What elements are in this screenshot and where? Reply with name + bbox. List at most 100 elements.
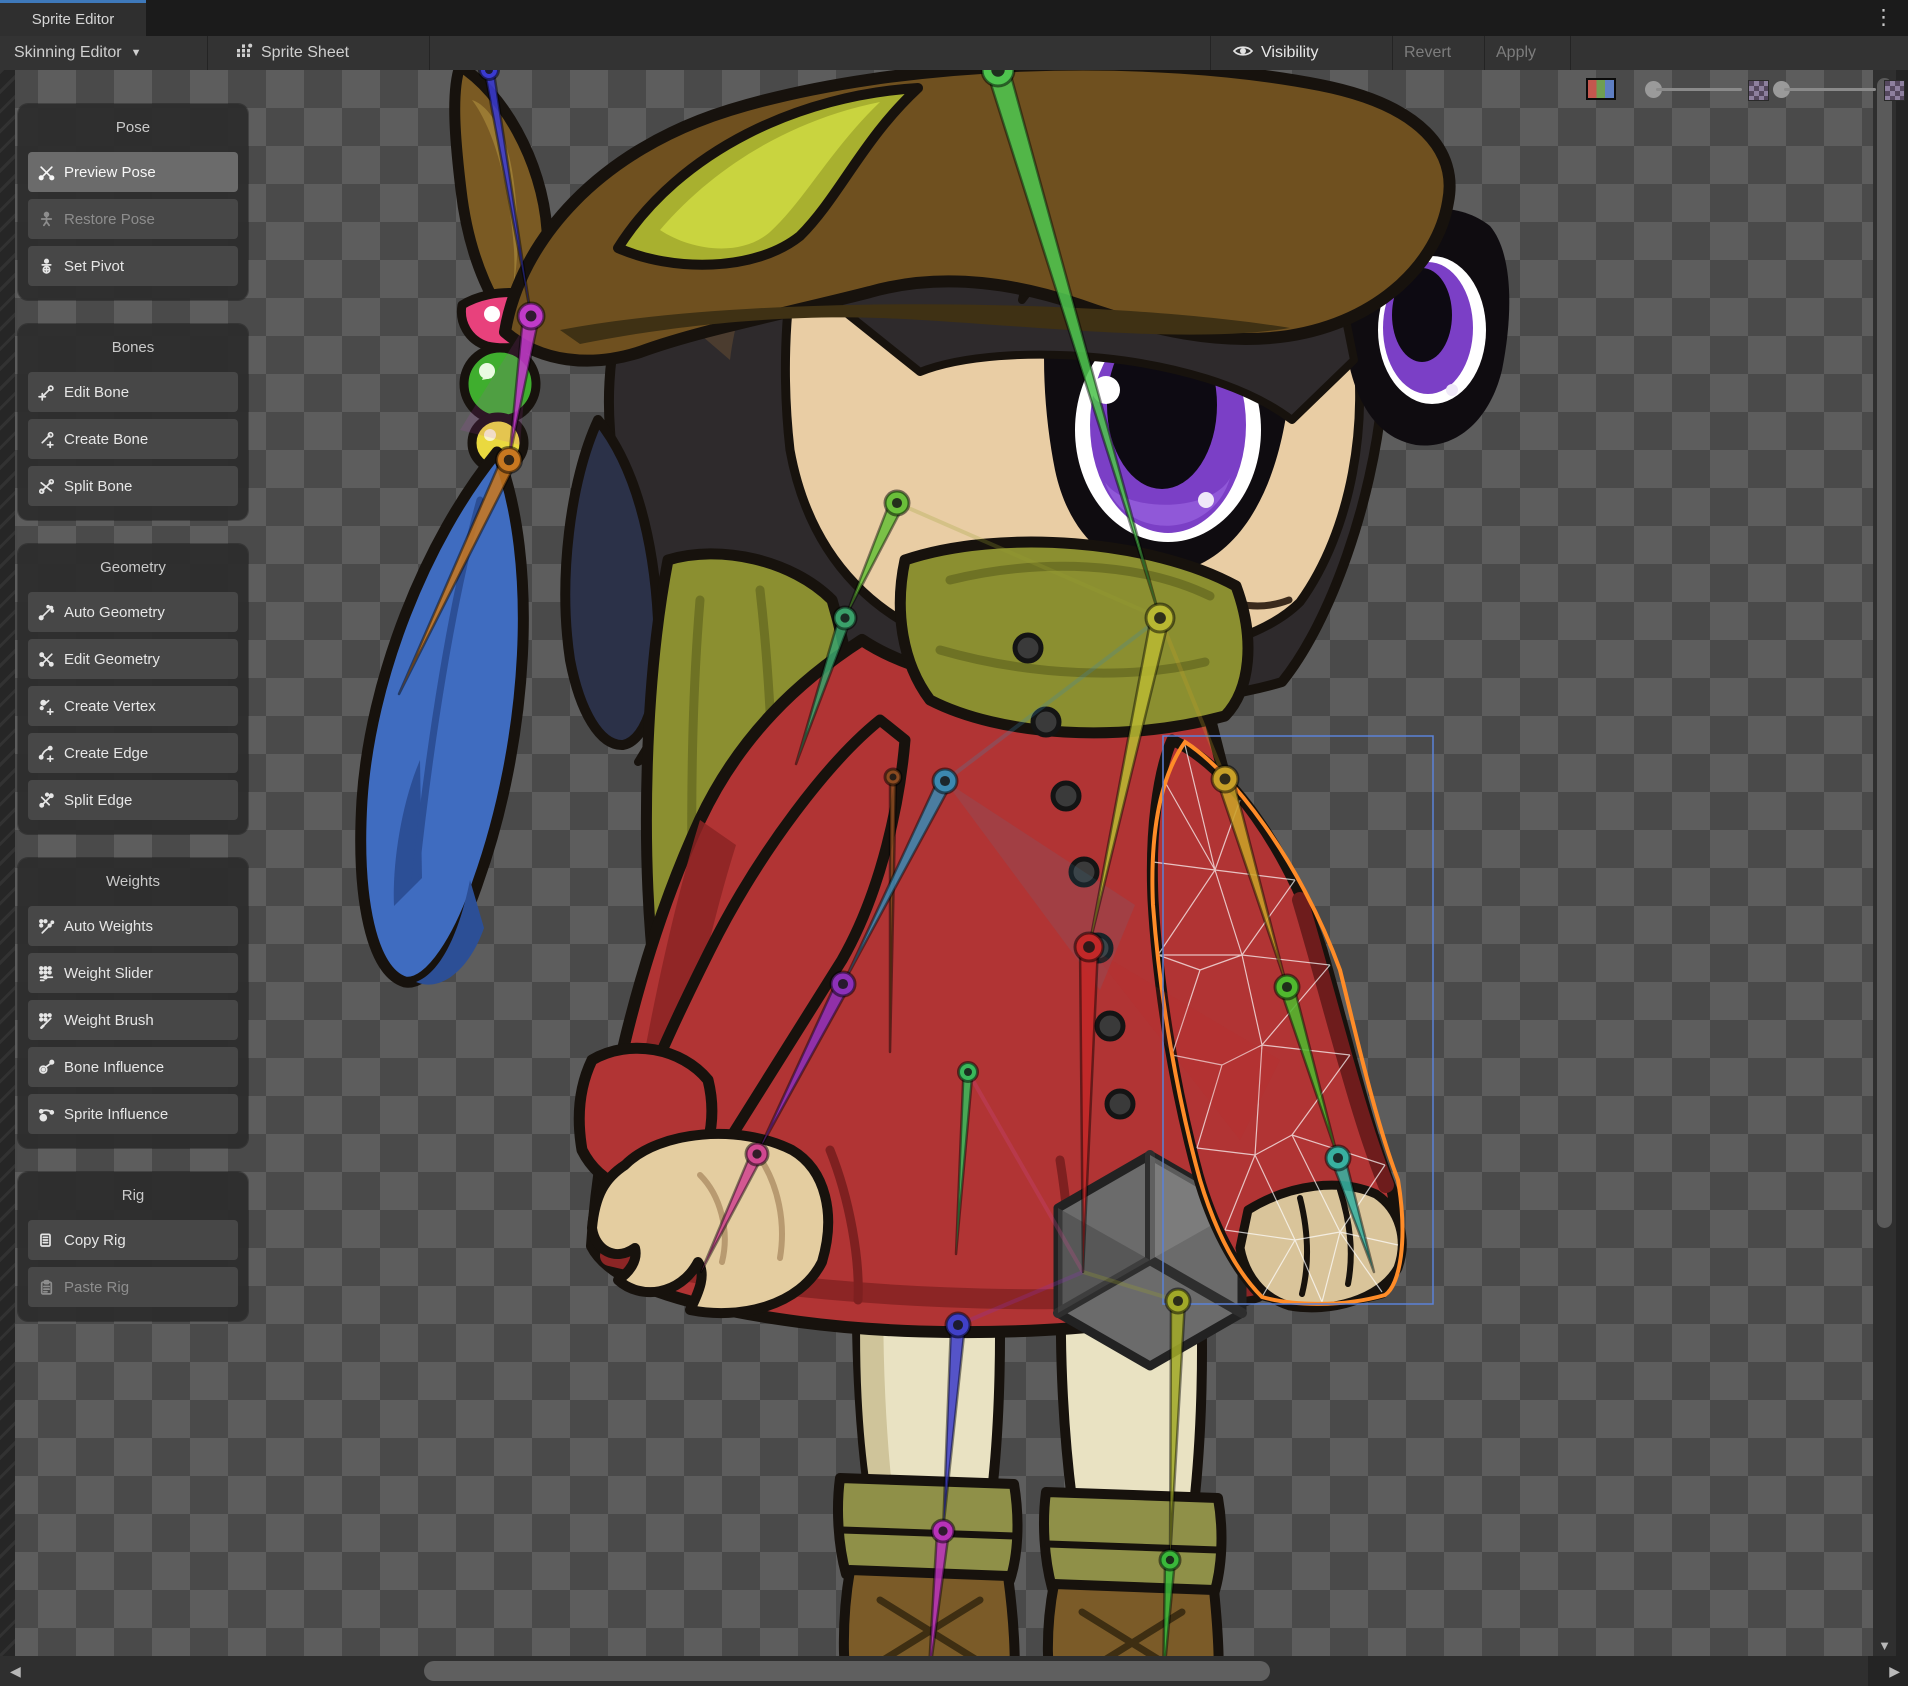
weight-slider-icon — [38, 965, 55, 982]
auto-geometry-icon — [38, 604, 55, 621]
vertical-scrollbar-thumb[interactable] — [1877, 78, 1892, 1228]
tool-button-label: Split Edge — [64, 792, 132, 809]
tab-bar: Sprite Editor ⋮ — [0, 0, 1908, 36]
toolbar-divider — [1484, 36, 1485, 70]
preview-pose-button[interactable]: Preview Pose — [28, 152, 238, 192]
edit-bone-icon — [38, 384, 55, 401]
edit-geometry-button[interactable]: Edit Geometry — [28, 639, 238, 679]
tool-button-label: Auto Weights — [64, 918, 153, 935]
copy-rig-button[interactable]: Copy Rig — [28, 1220, 238, 1260]
toolbar: Skinning Editor ▼ Sprite Sheet Visibilit… — [0, 36, 1908, 70]
panel-geometry: GeometryAuto GeometryEdit GeometryCreate… — [18, 544, 248, 834]
tab-sprite-editor[interactable]: Sprite Editor — [0, 0, 146, 36]
panel-bones: BonesEdit BoneCreate BoneSplit Bone — [18, 324, 248, 520]
toolbar-divider — [1210, 36, 1211, 70]
panel-title-weights: Weights — [28, 872, 238, 896]
apply-button[interactable]: Apply — [1496, 36, 1536, 70]
horizontal-scrollbar[interactable]: ◀ — [0, 1656, 1868, 1686]
overflow-menu-icon[interactable]: ⋮ — [1873, 4, 1894, 32]
scroll-right-icon[interactable]: ▶ — [1889, 1656, 1900, 1686]
skinning-editor-label: Skinning Editor — [14, 44, 122, 62]
tool-button-label: Sprite Influence — [64, 1106, 168, 1123]
color-swatch[interactable] — [1586, 78, 1616, 100]
create-bone-icon — [38, 431, 55, 448]
create-edge-icon — [38, 745, 55, 762]
tool-button-label: Bone Influence — [64, 1059, 164, 1076]
scroll-left-icon[interactable]: ◀ — [10, 1656, 21, 1686]
sprite-sheet-button[interactable]: Sprite Sheet — [236, 36, 349, 70]
tool-button-label: Copy Rig — [64, 1232, 126, 1249]
panel-rig: Rig Copy Rig Paste Rig — [18, 1172, 248, 1321]
restore-pose-button[interactable]: Restore Pose — [28, 199, 238, 239]
sprite-canvas-overlay — [0, 0, 1908, 1686]
tool-button-label: Paste Rig — [64, 1279, 129, 1296]
revert-label: Revert — [1404, 44, 1451, 62]
edit-geometry-icon — [38, 651, 55, 668]
panel-weights: Weights Auto Weights Weight Slider Weight B… — [18, 858, 248, 1148]
create-bone-button[interactable]: Create Bone — [28, 419, 238, 459]
toolbar-divider — [1570, 36, 1571, 70]
sprite-sheet-label: Sprite Sheet — [261, 44, 349, 62]
auto-geometry-button[interactable]: Auto Geometry — [28, 592, 238, 632]
paste-rig-icon — [38, 1279, 55, 1296]
sprite-influence-icon — [38, 1106, 55, 1123]
auto-weights-icon — [38, 918, 55, 935]
weight-brush-button[interactable]: Weight Brush — [28, 1000, 238, 1040]
panel-title-rig: Rig — [28, 1186, 238, 1210]
bone-influence-button[interactable]: Bone Influence — [28, 1047, 238, 1087]
tool-button-label: Auto Geometry — [64, 604, 165, 621]
split-bone-button[interactable]: Split Bone — [28, 466, 238, 506]
tool-button-label: Split Bone — [64, 478, 132, 495]
visibility-eye-icon — [1232, 43, 1254, 64]
bone-influence-icon — [38, 1059, 55, 1076]
visibility-button[interactable]: Visibility — [1232, 36, 1319, 70]
weight-brush-icon — [38, 1012, 55, 1029]
sprite-sheet-icon — [236, 43, 254, 64]
tool-button-label: Weight Slider — [64, 965, 153, 982]
opacity-slider-track[interactable] — [1656, 88, 1742, 91]
panel-title-pose: Pose — [28, 118, 238, 142]
apply-label: Apply — [1496, 44, 1536, 62]
tool-button-label: Weight Brush — [64, 1012, 154, 1029]
visibility-label: Visibility — [1261, 44, 1319, 62]
texture-opacity-slider-track[interactable] — [1784, 88, 1876, 91]
canvas-right-edge — [1896, 70, 1908, 1686]
toolbar-divider — [1392, 36, 1393, 70]
feather — [361, 452, 524, 985]
chevron-down-icon: ▼ — [131, 47, 142, 59]
skinning-editor-dropdown[interactable]: Skinning Editor ▼ — [14, 36, 142, 70]
scroll-down-icon[interactable]: ▼ — [1873, 1638, 1896, 1653]
tool-button-label: Create Vertex — [64, 698, 156, 715]
toolbar-divider — [429, 36, 430, 70]
set-pivot-button[interactable]: Set Pivot — [28, 246, 238, 286]
panel-pose: Pose Preview Pose Restore Pose Set Pivot — [18, 104, 248, 300]
weight-slider-button[interactable]: Weight Slider — [28, 953, 238, 993]
texture-checker-icon — [1748, 80, 1769, 101]
copy-rig-icon — [38, 1232, 55, 1249]
hat — [505, 65, 1450, 361]
split-edge-button[interactable]: Split Edge — [28, 780, 238, 820]
tool-button-label: Restore Pose — [64, 211, 155, 228]
split-bone-icon — [38, 478, 55, 495]
edit-bone-button[interactable]: Edit Bone — [28, 372, 238, 412]
split-edge-icon — [38, 792, 55, 809]
create-vertex-icon — [38, 698, 55, 715]
tab-label: Sprite Editor — [32, 11, 115, 28]
texture-checker-icon — [1884, 80, 1905, 101]
revert-button[interactable]: Revert — [1404, 36, 1451, 70]
auto-weights-button[interactable]: Auto Weights — [28, 906, 238, 946]
tool-button-label: Edit Geometry — [64, 651, 160, 668]
toolbar-divider — [207, 36, 208, 70]
horizontal-scrollbar-thumb[interactable] — [424, 1661, 1270, 1681]
preview-pose-icon — [38, 164, 55, 181]
vertical-scrollbar[interactable]: ▼ — [1873, 70, 1896, 1656]
set-pivot-icon — [38, 258, 55, 275]
sprite-influence-button[interactable]: Sprite Influence — [28, 1094, 238, 1134]
paste-rig-button[interactable]: Paste Rig — [28, 1267, 238, 1307]
sprite-editor-window: { "window": { "title_tab": "Sprite Edito… — [0, 0, 1908, 1686]
create-vertex-button[interactable]: Create Vertex — [28, 686, 238, 726]
tool-panels: Pose Preview Pose Restore Pose Set Pivot Bon… — [18, 104, 248, 1321]
scrollbar-corner: ▶ — [1868, 1656, 1908, 1686]
tool-button-label: Edit Bone — [64, 384, 129, 401]
create-edge-button[interactable]: Create Edge — [28, 733, 238, 773]
